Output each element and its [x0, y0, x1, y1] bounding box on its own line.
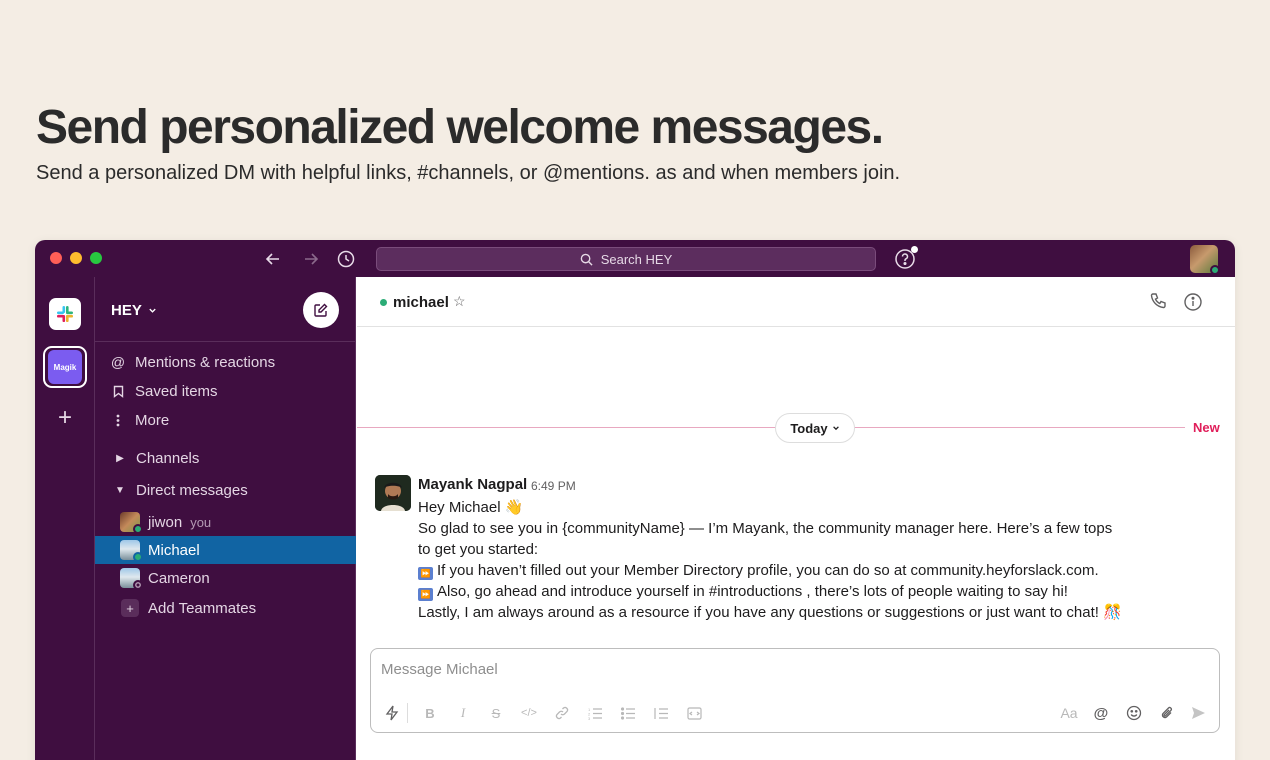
sidebar-item-label: Saved items [135, 382, 218, 400]
bold-icon[interactable]: B [421, 704, 439, 722]
dm-name: jiwon [148, 513, 183, 531]
bullet-list-icon[interactable] [619, 704, 637, 722]
notification-dot [911, 246, 918, 253]
online-status-icon [1210, 265, 1220, 275]
new-messages-divider [357, 427, 1185, 428]
add-teammates-button[interactable]: + Add Teammates [95, 594, 356, 622]
slack-window: Search HEY Magik + HEY @ Mentions & reac… [35, 240, 1235, 760]
code-icon[interactable]: </> [520, 704, 538, 722]
mention-icon[interactable]: @ [1092, 704, 1110, 722]
sidebar-item-label: Mentions & reactions [135, 353, 276, 371]
attachment-icon[interactable] [1158, 704, 1176, 722]
message-timestamp[interactable]: 6:49 PM [531, 479, 576, 493]
sidebar-item-more[interactable]: More [95, 406, 356, 434]
format-toggle-icon[interactable]: Aa [1060, 704, 1078, 722]
sidebar-item-label: More [135, 411, 170, 429]
away-status-icon [133, 580, 143, 590]
date-jump-button[interactable]: Today [775, 413, 855, 443]
dm-item-cameron[interactable]: Cameron [95, 564, 356, 592]
channel-header: michael ☆ [357, 277, 1235, 327]
history-icon[interactable] [335, 248, 357, 270]
dm-you-label: you [190, 514, 212, 530]
compose-icon [314, 303, 328, 317]
date-label: Today [790, 420, 828, 436]
message-line: ⏩ If you haven’t filled out your Member D… [418, 560, 1099, 581]
section-direct-messages[interactable]: ▼ Direct messages [95, 476, 356, 504]
sidebar-item-saved[interactable]: Saved items [95, 377, 356, 405]
link-icon[interactable] [553, 704, 571, 722]
blockquote-icon[interactable] [652, 704, 670, 722]
workspace-magik[interactable]: Magik [48, 350, 82, 384]
dm-name: Cameron [148, 569, 210, 587]
online-status-icon [380, 299, 387, 306]
titlebar: Search HEY [35, 240, 1235, 277]
online-status-icon [133, 524, 143, 534]
message-author[interactable]: Mayank Nagpal [418, 476, 527, 493]
emoji-icon[interactable] [1125, 704, 1143, 722]
add-workspace-button[interactable]: + [53, 406, 77, 431]
add-teammates-label: Add Teammates [148, 599, 257, 617]
code-block-icon[interactable] [685, 704, 703, 722]
section-channels[interactable]: ▶ Channels [95, 444, 356, 472]
message-composer: B I S </> 123 Aa @ [370, 648, 1220, 733]
star-icon[interactable]: ☆ [453, 293, 466, 310]
search-icon [580, 253, 593, 266]
message-line: So glad to see you in {communityName} — … [418, 520, 1113, 537]
forward-arrow-icon[interactable] [300, 248, 322, 270]
dm-name: Michael [148, 541, 200, 559]
workspace-rail: Magik + [35, 277, 95, 760]
dm-item-jiwon[interactable]: jiwon you [95, 508, 356, 536]
ordered-list-icon[interactable]: 123 [586, 704, 604, 722]
search-input[interactable]: Search HEY [376, 247, 876, 271]
section-label: Direct messages [136, 481, 248, 499]
toolbar-divider [407, 703, 408, 723]
shortcuts-lightning-icon[interactable] [383, 704, 401, 722]
sidebar-header: HEY [95, 277, 356, 342]
message-line: to get you started: [418, 541, 539, 558]
sidebar: HEY @ Mentions & reactions Saved items M… [95, 277, 356, 760]
dm-item-michael[interactable]: Michael [95, 536, 356, 564]
fast-forward-icon: ⏩ [418, 588, 433, 601]
channel-name[interactable]: michael [393, 294, 449, 311]
hero-subtitle: Send a personalized DM with helpful link… [36, 162, 901, 184]
strikethrough-icon[interactable]: S [487, 704, 505, 722]
message-input[interactable] [381, 661, 1201, 678]
italic-icon[interactable]: I [454, 704, 472, 722]
caret-down-icon: ▼ [115, 484, 125, 496]
plus-icon: + [121, 599, 139, 617]
caret-right-icon: ▶ [116, 452, 124, 464]
sidebar-item-mentions[interactable]: @ Mentions & reactions [95, 348, 356, 376]
slack-logo-icon[interactable] [49, 298, 81, 330]
hero-title: Send personalized welcome messages. [36, 101, 884, 154]
message-text: Also, go ahead and introduce yourself in… [437, 583, 1068, 600]
svg-text:3: 3 [588, 716, 591, 720]
at-icon: @ [110, 354, 126, 370]
avatar[interactable] [375, 475, 411, 511]
window-minimize-button[interactable] [70, 252, 82, 264]
back-arrow-icon[interactable] [262, 248, 284, 270]
conversation-panel: michael ☆ Today New Mayank Nagpal 6:49 P… [357, 277, 1235, 760]
section-label: Channels [136, 449, 200, 467]
chevron-down-icon [832, 426, 839, 431]
message-line: Lastly, I am always around as a resource… [418, 604, 1122, 621]
info-icon[interactable] [1183, 292, 1203, 312]
message-line: Hey Michael 👋 [418, 499, 524, 516]
phone-icon[interactable] [1149, 292, 1169, 312]
compose-button[interactable] [303, 292, 339, 328]
online-status-icon [133, 552, 143, 562]
window-close-button[interactable] [50, 252, 62, 264]
chevron-down-icon [149, 308, 156, 313]
message-line: ⏩ Also, go ahead and introduce yourself i… [418, 581, 1068, 602]
new-label: New [1193, 420, 1220, 435]
fast-forward-icon: ⏩ [418, 567, 433, 580]
search-placeholder: Search HEY [600, 251, 673, 267]
message-text: If you haven’t filled out your Member Di… [437, 562, 1099, 579]
window-maximize-button[interactable] [90, 252, 102, 264]
bookmark-icon [110, 383, 126, 399]
send-icon[interactable] [1189, 704, 1207, 722]
more-vertical-icon [110, 412, 126, 428]
workspace-name-button[interactable]: HEY [111, 302, 157, 319]
workspace-name: HEY [111, 302, 142, 319]
